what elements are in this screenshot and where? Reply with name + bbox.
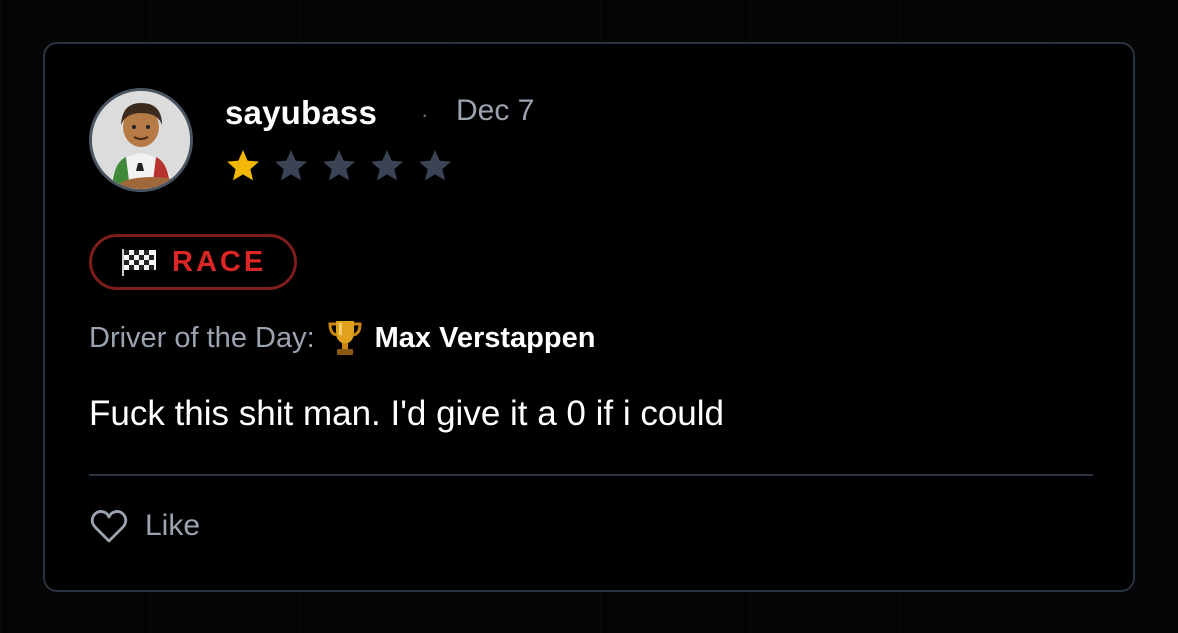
separator-dot: · <box>421 102 429 127</box>
star-empty-icon <box>275 150 307 181</box>
driver-of-the-day-name: Max Verstappen <box>374 321 596 354</box>
like-button[interactable]: Like <box>89 508 200 544</box>
checkered-flag-icon <box>122 249 156 276</box>
session-badge-label: RACE <box>172 245 267 278</box>
avatar[interactable] <box>89 88 193 192</box>
star-empty-icon <box>371 150 403 181</box>
driver-of-the-day-label: Driver of the Day: <box>89 321 315 354</box>
avatar-image <box>92 91 190 189</box>
star-filled-icon <box>227 150 259 181</box>
review-comment: Fuck this shit man. I'd give it a 0 if i… <box>89 394 725 433</box>
star-empty-icon <box>419 150 451 181</box>
driver-of-the-day: Driver of the Day: Max Verstappen <box>89 318 595 358</box>
review-card: sayubass · Dec 7 RACE Driver of the Day:… <box>43 42 1135 592</box>
divider <box>89 474 1093 476</box>
trophy-icon <box>328 321 362 355</box>
like-label: Like <box>145 509 201 542</box>
session-badge: RACE <box>89 234 297 290</box>
review-date: Dec 7 <box>456 94 535 127</box>
star-rating <box>225 148 453 184</box>
username[interactable]: sayubass <box>225 94 377 132</box>
star-empty-icon <box>323 150 355 181</box>
heart-icon <box>90 510 128 543</box>
